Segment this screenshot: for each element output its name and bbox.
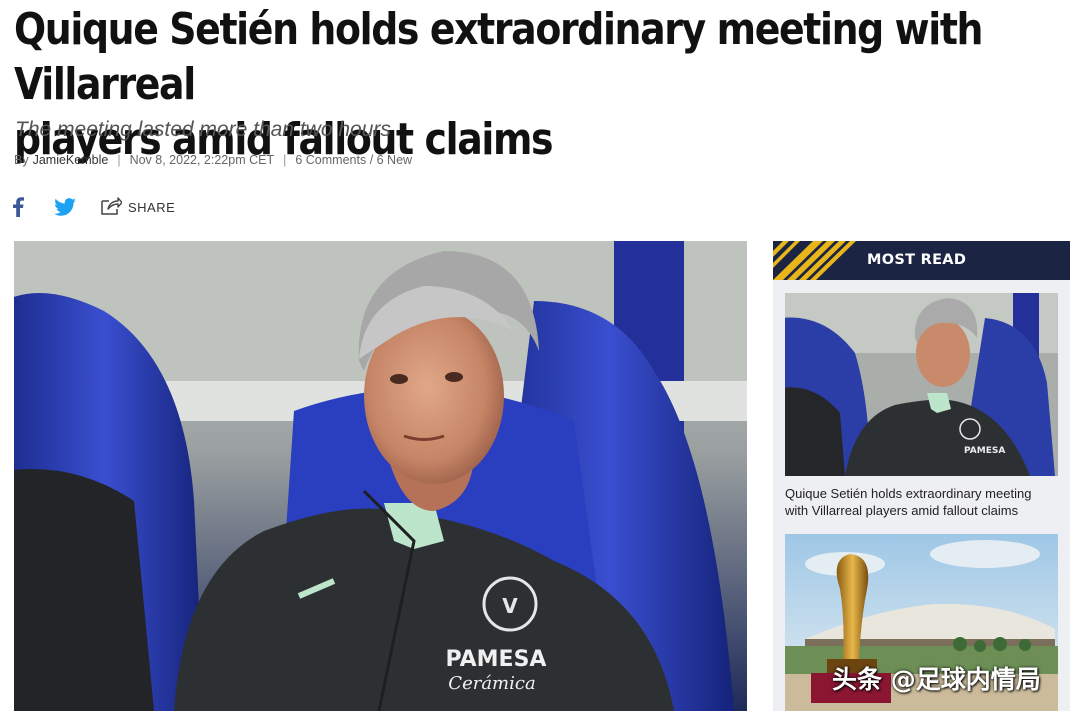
share-label: SHARE: [128, 199, 176, 215]
twitter-icon[interactable]: [54, 196, 78, 218]
article-dek: The meeting lasted more than two hours: [15, 118, 391, 141]
most-read-header: MOST READ: [773, 241, 1070, 280]
decorative-stripes-icon: [773, 241, 861, 280]
hero-image: V PAMESA Cerámica: [14, 241, 747, 711]
author-link[interactable]: JamieKemble: [33, 153, 109, 167]
article-headline: Quique Setién holds extraordinary meetin…: [14, 2, 1063, 167]
share-button[interactable]: SHARE: [100, 196, 175, 219]
byline-separator: |: [117, 153, 121, 167]
most-read-item[interactable]: PAMESA Quique Setién holds extraordinary…: [785, 293, 1058, 519]
most-read-title: MOST READ: [867, 252, 967, 268]
publish-date: Nov 8, 2022, 2:22pm CET: [129, 153, 275, 167]
facebook-icon[interactable]: [12, 196, 28, 218]
most-read-thumbnail[interactable]: PAMESA: [785, 293, 1058, 476]
svg-text:V: V: [502, 594, 518, 618]
svg-text:PAMESA: PAMESA: [964, 446, 1005, 456]
hero-jacket-brand: PAMESA: [446, 647, 547, 672]
comments-link[interactable]: 6 Comments / 6 New: [295, 153, 412, 167]
byline-separator: |: [283, 153, 287, 167]
share-icon: [100, 196, 123, 219]
headline-line-1: Quique Setién holds extraordinary meetin…: [14, 4, 983, 110]
byline: By JamieKemble | Nov 8, 2022, 2:22pm CET…: [14, 153, 412, 167]
hero-jacket-sub: Cerámica: [448, 673, 535, 694]
watermark: 头条 @足球内情局: [832, 665, 1041, 694]
share-bar: SHARE: [12, 195, 175, 219]
most-read-sidebar: MOST READ PAMESA Quique Setién holds ext…: [773, 241, 1070, 711]
byline-prefix: By: [14, 153, 29, 167]
most-read-caption[interactable]: Quique Setién holds extraordinary meetin…: [785, 485, 1058, 519]
